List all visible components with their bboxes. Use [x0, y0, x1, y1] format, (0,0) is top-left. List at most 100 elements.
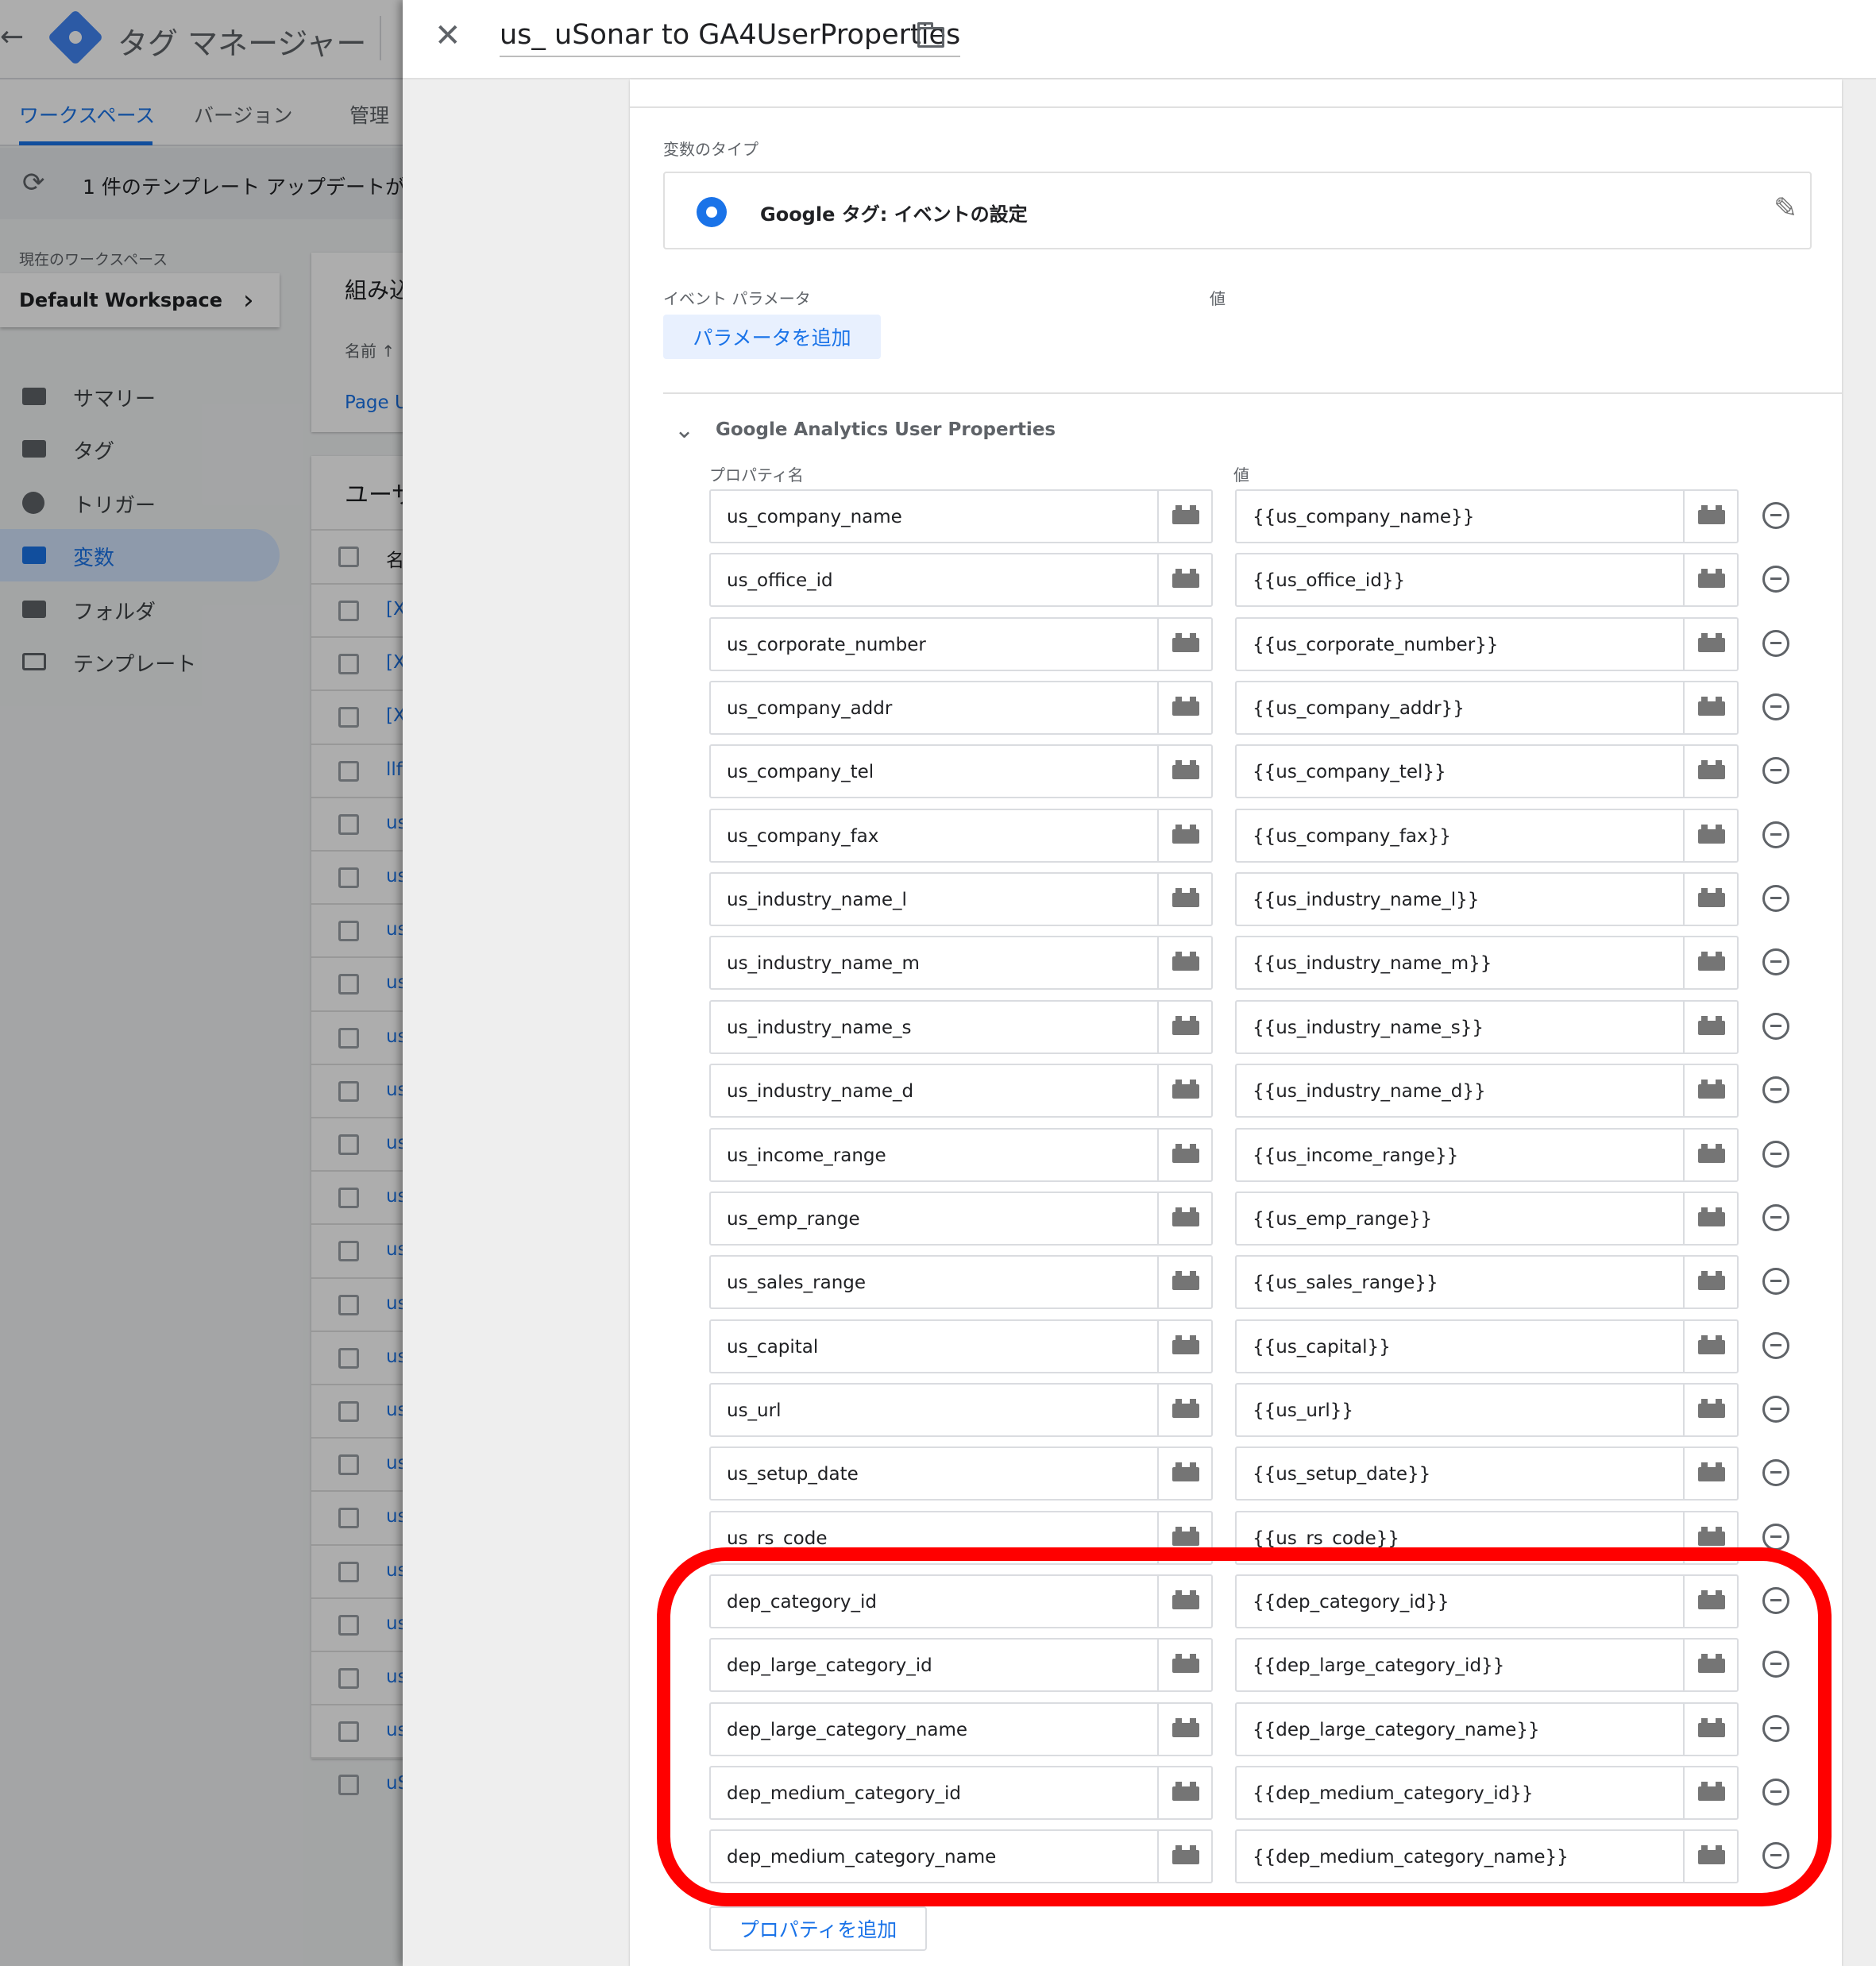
variable-brick-icon: [1172, 1015, 1199, 1035]
property-value-input[interactable]: {{us_url}}: [1235, 1382, 1739, 1437]
property-value-input[interactable]: {{us_company_name}}: [1235, 489, 1739, 543]
remove-row-icon[interactable]: [1762, 629, 1789, 657]
insert-variable-button[interactable]: [1683, 874, 1737, 925]
insert-variable-button[interactable]: [1683, 1257, 1737, 1308]
property-value-input[interactable]: {{us_capital}}: [1235, 1319, 1739, 1373]
remove-row-icon[interactable]: [1762, 502, 1789, 529]
property-value-text: {{us_industry_name_s}}: [1253, 1017, 1484, 1038]
property-name-input[interactable]: us_industry_name_s: [709, 999, 1213, 1054]
property-row: us_setup_date {{us_setup_date}}: [630, 1446, 1842, 1501]
property-name-input[interactable]: us_sales_range: [709, 1255, 1213, 1310]
insert-variable-button[interactable]: [1683, 1320, 1737, 1372]
property-value-input[interactable]: {{us_corporate_number}}: [1235, 616, 1739, 671]
insert-variable-button[interactable]: [1157, 1129, 1211, 1180]
property-name-input[interactable]: us_income_range: [709, 1127, 1213, 1182]
property-name-input[interactable]: us_company_fax: [709, 808, 1213, 863]
insert-variable-button[interactable]: [1683, 554, 1737, 606]
property-value-input[interactable]: {{us_industry_name_l}}: [1235, 872, 1739, 927]
remove-row-icon[interactable]: [1762, 821, 1789, 848]
property-row: us_company_addr {{us_company_addr}}: [630, 681, 1842, 736]
insert-variable-button[interactable]: [1157, 746, 1211, 798]
property-name-input[interactable]: us_capital: [709, 1319, 1213, 1373]
property-name-input[interactable]: us_company_name: [709, 489, 1213, 543]
property-name-input[interactable]: us_industry_name_l: [709, 872, 1213, 927]
property-value-input[interactable]: {{us_company_addr}}: [1235, 681, 1739, 736]
insert-variable-button[interactable]: [1683, 1001, 1737, 1053]
remove-row-icon[interactable]: [1762, 1203, 1789, 1231]
edit-pencil-icon[interactable]: ✎: [1774, 192, 1797, 225]
variable-title-input[interactable]: us_ uSonar to GA4UserProperties: [500, 19, 961, 57]
close-icon[interactable]: ✕: [434, 17, 461, 54]
property-value-input[interactable]: {{us_setup_date}}: [1235, 1446, 1739, 1501]
property-name-input[interactable]: us_corporate_number: [709, 616, 1213, 671]
property-name-input[interactable]: us_company_addr: [709, 681, 1213, 736]
insert-variable-button[interactable]: [1157, 618, 1211, 670]
property-name-input[interactable]: us_setup_date: [709, 1446, 1213, 1501]
property-value-input[interactable]: {{us_sales_range}}: [1235, 1255, 1739, 1310]
insert-variable-button[interactable]: [1157, 1001, 1211, 1053]
remove-row-icon[interactable]: [1762, 757, 1789, 785]
insert-variable-button[interactable]: [1683, 1448, 1737, 1500]
property-name-input[interactable]: us_company_tel: [709, 744, 1213, 799]
insert-variable-button[interactable]: [1157, 491, 1211, 542]
property-value-input[interactable]: {{us_income_range}}: [1235, 1127, 1739, 1182]
property-value-input[interactable]: {{us_office_id}}: [1235, 553, 1739, 608]
remove-row-icon[interactable]: [1762, 885, 1789, 913]
insert-variable-button[interactable]: [1157, 1192, 1211, 1244]
property-value-text: {{us_setup_date}}: [1253, 1464, 1431, 1485]
remove-row-icon[interactable]: [1762, 1523, 1789, 1551]
property-value-input[interactable]: {{us_company_fax}}: [1235, 808, 1739, 863]
insert-variable-button[interactable]: [1683, 1065, 1737, 1117]
insert-variable-button[interactable]: [1683, 682, 1737, 734]
remove-row-icon[interactable]: [1762, 1140, 1789, 1168]
variable-brick-icon: [1172, 1080, 1199, 1099]
remove-row-icon[interactable]: [1762, 1331, 1789, 1359]
variable-brick-icon: [1172, 1398, 1199, 1418]
section-title[interactable]: Google Analytics User Properties: [716, 419, 1056, 440]
insert-variable-button[interactable]: [1157, 1065, 1211, 1117]
remove-row-icon[interactable]: [1762, 1395, 1789, 1423]
property-value-input[interactable]: {{us_industry_name_d}}: [1235, 1064, 1739, 1118]
add-parameter-button[interactable]: パラメータを追加: [663, 315, 881, 359]
chevron-down-icon[interactable]: ⌄: [674, 416, 694, 444]
remove-row-icon[interactable]: [1762, 1012, 1789, 1040]
insert-variable-button[interactable]: [1157, 874, 1211, 925]
insert-variable-button[interactable]: [1683, 1384, 1737, 1435]
remove-row-icon[interactable]: [1762, 1076, 1789, 1104]
remove-row-icon[interactable]: [1762, 1459, 1789, 1487]
property-name-input[interactable]: us_url: [709, 1382, 1213, 1437]
property-value-input[interactable]: {{us_emp_range}}: [1235, 1191, 1739, 1246]
property-name-text: us_capital: [727, 1336, 819, 1358]
folder-icon[interactable]: [917, 22, 944, 48]
insert-variable-button[interactable]: [1157, 682, 1211, 734]
property-name-input[interactable]: us_office_id: [709, 553, 1213, 608]
property-value-input[interactable]: {{us_industry_name_m}}: [1235, 936, 1739, 991]
property-value-input[interactable]: {{us_company_tel}}: [1235, 744, 1739, 799]
insert-variable-button[interactable]: [1157, 809, 1211, 861]
insert-variable-button[interactable]: [1683, 491, 1737, 542]
variable-type-selector[interactable]: Google タグ: イベントの設定 ✎: [663, 172, 1812, 249]
remove-row-icon[interactable]: [1762, 566, 1789, 593]
insert-variable-button[interactable]: [1683, 809, 1737, 861]
remove-row-icon[interactable]: [1762, 693, 1789, 721]
property-name-input[interactable]: us_industry_name_m: [709, 936, 1213, 991]
insert-variable-button[interactable]: [1157, 937, 1211, 989]
insert-variable-button[interactable]: [1157, 554, 1211, 606]
insert-variable-button[interactable]: [1157, 1448, 1211, 1500]
property-name-input[interactable]: us_emp_range: [709, 1191, 1213, 1246]
remove-row-icon[interactable]: [1762, 1268, 1789, 1296]
insert-variable-button[interactable]: [1157, 1384, 1211, 1435]
insert-variable-button[interactable]: [1683, 937, 1737, 989]
insert-variable-button[interactable]: [1683, 618, 1737, 670]
insert-variable-button[interactable]: [1157, 1320, 1211, 1372]
insert-variable-button[interactable]: [1683, 746, 1737, 798]
property-name-input[interactable]: us_industry_name_d: [709, 1064, 1213, 1118]
insert-variable-button[interactable]: [1683, 1192, 1737, 1244]
insert-variable-button[interactable]: [1683, 1129, 1737, 1180]
section-divider: [663, 392, 1842, 394]
add-property-button[interactable]: プロパティを追加: [709, 1906, 927, 1951]
property-value-input[interactable]: {{us_industry_name_s}}: [1235, 999, 1739, 1054]
insert-variable-button[interactable]: [1157, 1257, 1211, 1308]
remove-row-icon[interactable]: [1762, 948, 1789, 976]
property-value-text: {{us_industry_name_l}}: [1253, 890, 1480, 911]
